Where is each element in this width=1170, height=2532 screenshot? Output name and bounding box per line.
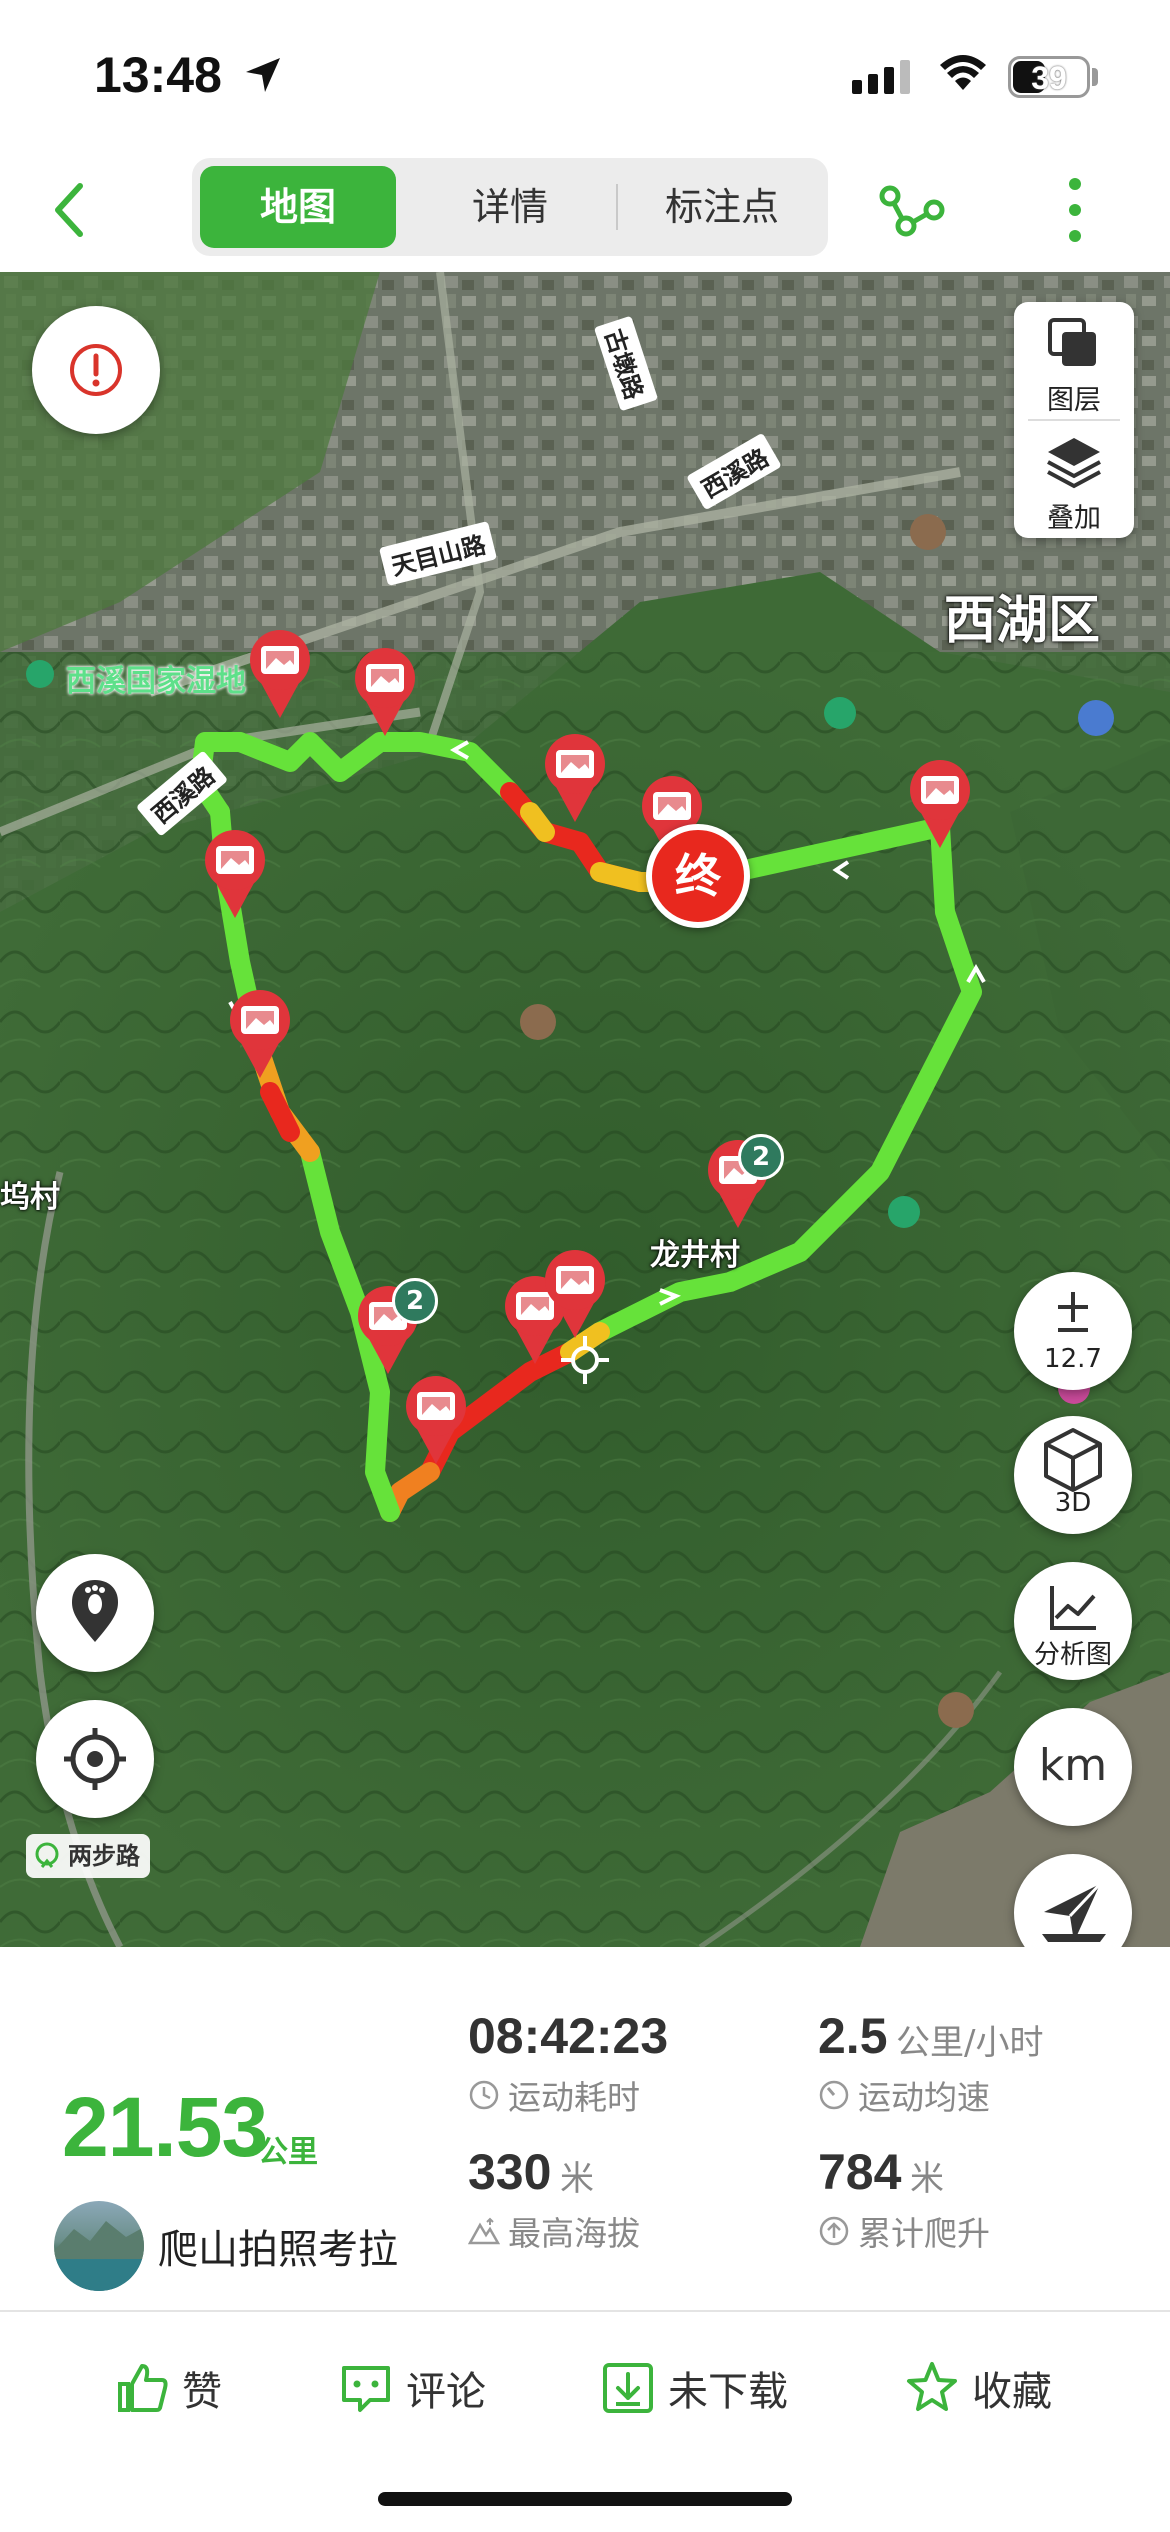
duration-value: 08:42:23 bbox=[468, 2008, 669, 2064]
map-view[interactable]: 终 2 2 西湖区 西溪国家湿地 龙井村 坞村 天目山路 西溪路 西溪路 古墩路… bbox=[0, 272, 1170, 1947]
like-label: 赞 bbox=[182, 2369, 222, 2415]
map-layer-panel: 图层 叠加 bbox=[1014, 302, 1134, 538]
crosshair-location-icon bbox=[64, 1728, 126, 1790]
status-time: 13:48 bbox=[94, 47, 222, 103]
warning-button[interactable] bbox=[32, 306, 160, 434]
district-label: 西湖区 bbox=[944, 591, 1101, 651]
view-tab-switcher: 地图 详情 标注点 bbox=[192, 158, 828, 256]
star-icon bbox=[907, 2362, 957, 2411]
comment-icon bbox=[342, 2366, 390, 2412]
mountain-peak-icon bbox=[468, 2217, 500, 2245]
photo-cluster-count[interactable]: 2 bbox=[738, 1134, 784, 1180]
location-arrow-icon bbox=[246, 58, 280, 92]
more-options-icon[interactable] bbox=[1050, 172, 1100, 248]
activity-stats: 21.53 公里 爬山拍照考拉 08:42:23 运动耗时 2.5 公里/小时 … bbox=[0, 1947, 1170, 2315]
avg-speed-label: 运动均速 bbox=[818, 2071, 990, 2119]
photo-markers bbox=[26, 514, 1114, 1728]
view-3d-label: 3D bbox=[1054, 1488, 1092, 1518]
total-climb-label: 累计爬升 bbox=[818, 2207, 990, 2255]
village-label: 龙井村 bbox=[650, 1238, 740, 1273]
unit-toggle-button[interactable]: km bbox=[1014, 1708, 1132, 1826]
brand-name: 两步路 bbox=[68, 1842, 140, 1870]
home-indicator bbox=[378, 2492, 792, 2506]
tab-divider bbox=[616, 184, 618, 230]
battery-tip bbox=[1092, 68, 1098, 86]
zoom-button[interactable]: 12.7 bbox=[1014, 1272, 1132, 1390]
layers-label: 图层 bbox=[1047, 385, 1101, 416]
navigate-button[interactable] bbox=[1014, 1854, 1132, 1947]
total-climb-unit: 米 bbox=[910, 2159, 944, 2199]
download-button[interactable]: 未下载 bbox=[600, 2358, 788, 2418]
brand-logo-icon bbox=[35, 1842, 59, 1868]
overlay-button[interactable]: 叠加 bbox=[1014, 420, 1134, 538]
battery-icon: 39 bbox=[1008, 56, 1090, 98]
max-altitude-label: 最高海拔 bbox=[468, 2207, 640, 2255]
village-label: 坞村 bbox=[0, 1180, 60, 1215]
overlay-label: 叠加 bbox=[1047, 503, 1101, 534]
username[interactable]: 爬山拍照考拉 bbox=[158, 2217, 398, 2275]
download-label: 未下载 bbox=[668, 2369, 788, 2415]
photo-cluster-count[interactable]: 2 bbox=[392, 1278, 438, 1324]
tab-map[interactable]: 地图 bbox=[200, 166, 396, 248]
max-altitude-value: 330 bbox=[468, 2144, 552, 2200]
brand-watermark: 两步路 bbox=[26, 1834, 150, 1878]
like-button[interactable]: 赞 bbox=[114, 2358, 222, 2418]
overlay-stack-icon bbox=[1047, 438, 1101, 489]
favorite-label: 收藏 bbox=[972, 2369, 1052, 2415]
avg-speed-value: 2.5 bbox=[818, 2008, 888, 2064]
clock-icon bbox=[469, 2080, 499, 2110]
route-end-marker[interactable]: 终 bbox=[646, 824, 750, 928]
view-3d-button[interactable]: 3D bbox=[1014, 1416, 1132, 1534]
total-distance: 21.53 bbox=[62, 2080, 268, 2174]
max-altitude-unit: 米 bbox=[560, 2159, 594, 2199]
cellular-signal-icon bbox=[852, 60, 910, 94]
speedometer-icon bbox=[819, 2080, 849, 2110]
thumbs-up-icon bbox=[118, 2364, 168, 2412]
alert-icon bbox=[70, 344, 122, 396]
download-icon bbox=[603, 2363, 653, 2413]
footprint-pin-icon bbox=[72, 1580, 118, 1642]
comment-label: 评论 bbox=[406, 2369, 486, 2415]
favorite-button[interactable]: 收藏 bbox=[904, 2358, 1052, 2418]
analysis-chart-button[interactable]: 分析图 bbox=[1014, 1562, 1132, 1680]
layers-button[interactable]: 图层 bbox=[1014, 302, 1134, 420]
paper-plane-icon bbox=[1042, 1882, 1106, 1942]
tab-waypoints[interactable]: 标注点 bbox=[624, 166, 820, 248]
climb-up-icon bbox=[819, 2216, 849, 2246]
back-chevron-icon[interactable] bbox=[38, 174, 108, 244]
avatar-image bbox=[54, 2221, 144, 2291]
layers-icon bbox=[1048, 318, 1096, 366]
comment-button[interactable]: 评论 bbox=[338, 2358, 486, 2418]
route-share-icon[interactable] bbox=[876, 176, 946, 246]
tab-details[interactable]: 详情 bbox=[412, 166, 608, 248]
zoom-plus-minus-icon bbox=[1058, 1292, 1088, 1332]
wifi-icon bbox=[940, 55, 986, 90]
analysis-label: 分析图 bbox=[1033, 1640, 1112, 1670]
total-climb-value: 784 bbox=[818, 2144, 902, 2200]
footprint-button[interactable] bbox=[36, 1554, 154, 1672]
status-bar: 13:48 39 bbox=[0, 0, 1170, 150]
zoom-level: 12.7 bbox=[1044, 1344, 1102, 1374]
battery-level: 39 bbox=[1031, 60, 1067, 96]
wetland-label: 西溪国家湿地 bbox=[66, 664, 246, 699]
duration-label: 运动耗时 bbox=[468, 2071, 640, 2119]
avatar[interactable] bbox=[54, 2201, 144, 2291]
distance-unit: 公里 bbox=[258, 2135, 318, 2170]
unit-label: km bbox=[1038, 1740, 1108, 1791]
top-bar: 地图 详情 标注点 bbox=[0, 150, 1170, 272]
line-chart-icon bbox=[1050, 1586, 1096, 1630]
locate-me-button[interactable] bbox=[36, 1700, 154, 1818]
avg-speed-unit: 公里/小时 bbox=[896, 2023, 1044, 2063]
